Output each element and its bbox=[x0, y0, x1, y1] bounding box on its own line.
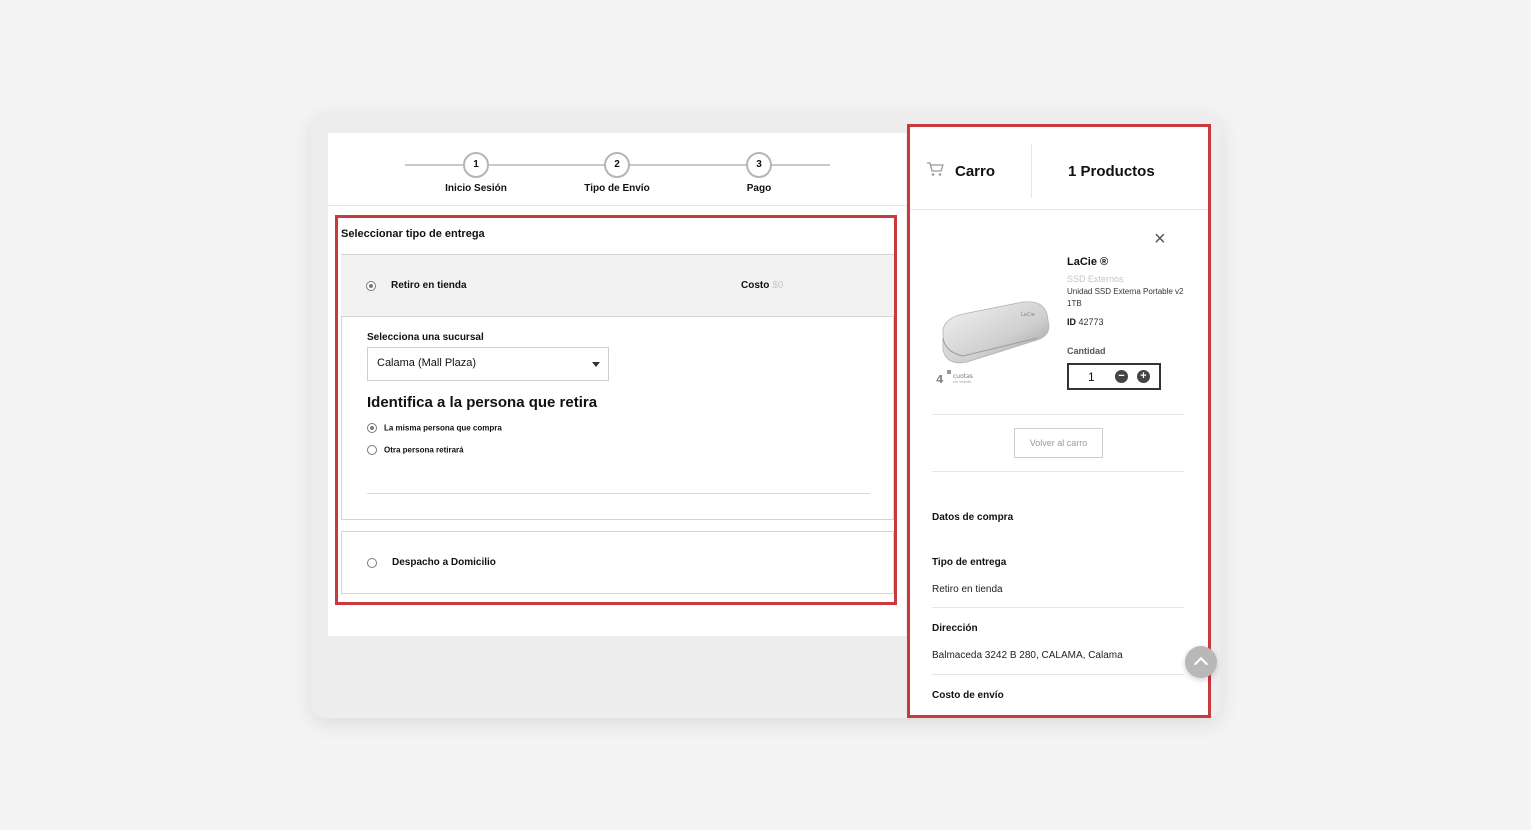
quantity-label: Cantidad bbox=[1067, 346, 1106, 356]
summary-delivery-label: Tipo de entrega bbox=[932, 557, 1007, 568]
summary-shipping-cost-label: Costo de envío bbox=[932, 690, 1004, 701]
person-option-label: La misma persona que compra bbox=[384, 423, 502, 433]
step-number: 3 bbox=[746, 152, 772, 178]
cost-label: Costo bbox=[741, 280, 770, 291]
store-pickup-details: Selecciona una sucursal Calama (Mall Pla… bbox=[341, 317, 894, 520]
step-label: Tipo de Envío bbox=[584, 183, 650, 194]
delivery-section-title: Seleccionar tipo de entrega bbox=[341, 228, 485, 240]
home-delivery-radio[interactable] bbox=[367, 558, 377, 568]
person-option-label: Otra persona retirará bbox=[384, 445, 464, 455]
cart-header: Carro 1 Productos bbox=[910, 133, 1208, 210]
step-payment[interactable]: 3 Pago bbox=[699, 152, 819, 194]
checkout-stepper: 1 Inicio Sesión 2 Tipo de Envío 3 Pago bbox=[328, 133, 906, 206]
divider bbox=[932, 471, 1184, 472]
product-id-label: ID bbox=[1067, 317, 1076, 327]
summary-address-label: Dirección bbox=[932, 623, 978, 634]
back-to-cart-button[interactable]: Volver al carro bbox=[1014, 428, 1103, 458]
product-category[interactable]: SSD Externos bbox=[1067, 274, 1124, 284]
installment-badge-number: 4 bbox=[936, 373, 944, 386]
scroll-to-top-chevron-up-icon[interactable] bbox=[1185, 646, 1217, 678]
minus-icon[interactable]: − bbox=[1115, 370, 1128, 383]
summary-title: Datos de compra bbox=[932, 512, 1014, 523]
store-pickup-radio[interactable] bbox=[366, 281, 376, 291]
delivery-type-section: Seleccionar tipo de entrega Retiro en ti… bbox=[335, 215, 897, 605]
person-other-radio[interactable] bbox=[367, 445, 377, 455]
caret-down-icon bbox=[592, 362, 600, 367]
home-delivery-label: Despacho a Domicilio bbox=[392, 557, 496, 568]
quantity-stepper: 1 − + bbox=[1067, 363, 1161, 390]
divider bbox=[932, 674, 1184, 675]
plus-icon[interactable]: + bbox=[1137, 370, 1150, 383]
summary-address-value: Balmaceda 3242 B 280, CALAMA, Calama bbox=[932, 650, 1123, 661]
product-id-value: 42773 bbox=[1078, 317, 1104, 327]
step-number: 2 bbox=[604, 152, 630, 178]
divider bbox=[932, 607, 1184, 608]
cart-title: Carro bbox=[955, 163, 996, 180]
product-name: Unidad SSD Externa Portable v2 1TB bbox=[1067, 287, 1184, 308]
checkout-panel: 1 Inicio Sesión 2 Tipo de Envío 3 Pago S… bbox=[328, 133, 906, 636]
branch-selected-value: Calama (Mall Plaza) bbox=[377, 357, 477, 369]
cart-icon bbox=[926, 161, 944, 182]
step-label: Inicio Sesión bbox=[445, 183, 507, 194]
person-option-other[interactable]: Otra persona retirará bbox=[367, 445, 464, 455]
step-label: Pago bbox=[746, 183, 772, 194]
person-option-same[interactable]: La misma persona que compra bbox=[367, 423, 502, 433]
quantity-value: 1 bbox=[1088, 370, 1095, 384]
product-image: LaCie 4 cuotas sin interés bbox=[933, 290, 1053, 391]
branch-select[interactable]: Calama (Mall Plaza) bbox=[367, 347, 609, 381]
summary-delivery-value: Retiro en tienda bbox=[932, 584, 1003, 595]
divider bbox=[367, 493, 870, 494]
remove-item-close-icon[interactable]: × bbox=[1154, 229, 1166, 249]
cart-product-count: 1 Productos bbox=[1068, 163, 1155, 180]
cart-panel: Carro 1 Productos × LaCie 4 cuotas sin i… bbox=[907, 124, 1211, 718]
store-pickup-label: Retiro en tienda bbox=[391, 280, 467, 291]
step-login[interactable]: 1 Inicio Sesión bbox=[416, 152, 536, 194]
cost-value: $0 bbox=[772, 280, 784, 291]
person-same-radio[interactable] bbox=[367, 423, 377, 433]
store-pickup-cost: Costo $0 bbox=[741, 280, 783, 291]
person-heading: Identifica a la persona que retira bbox=[367, 394, 598, 411]
branch-label: Selecciona una sucursal bbox=[367, 332, 484, 343]
step-number: 1 bbox=[463, 152, 489, 178]
option-store-pickup[interactable]: Retiro en tienda Costo $0 bbox=[341, 254, 894, 317]
svg-text:LaCie: LaCie bbox=[1021, 312, 1035, 318]
installment-badge-sub: sin interés bbox=[953, 380, 971, 384]
step-shipping[interactable]: 2 Tipo de Envío bbox=[557, 152, 677, 194]
product-brand: LaCie ® bbox=[1067, 256, 1109, 268]
product-id: ID 42773 bbox=[1067, 317, 1104, 327]
header-divider bbox=[1031, 144, 1032, 198]
option-home-delivery[interactable]: Despacho a Domicilio bbox=[341, 531, 894, 594]
installment-badge-text: cuotas bbox=[953, 373, 973, 380]
divider bbox=[932, 414, 1184, 415]
